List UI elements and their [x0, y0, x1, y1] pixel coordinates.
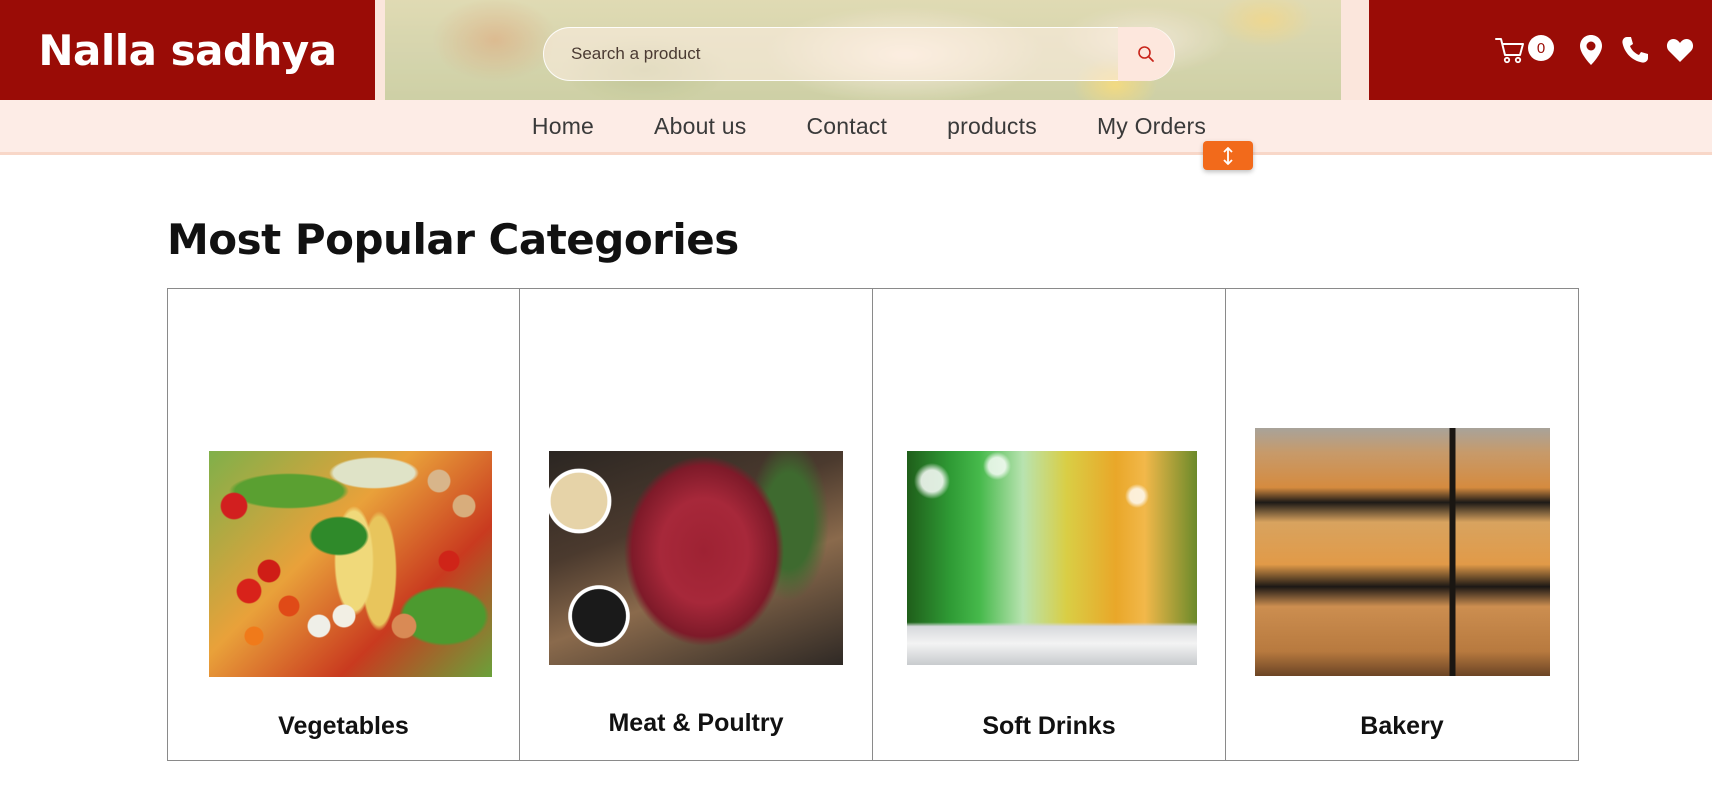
brand-logo[interactable]: Nalla sadhya: [0, 0, 375, 100]
category-label: Soft Drinks: [982, 712, 1116, 740]
category-card-vegetables[interactable]: Vegetables: [168, 289, 520, 760]
heart-icon: [1666, 39, 1694, 62]
location-pin-icon: [1580, 35, 1602, 65]
cart-button[interactable]: 0: [1494, 34, 1556, 66]
nav-item-my-orders[interactable]: My Orders: [1067, 113, 1236, 140]
cart-icon: [1495, 38, 1524, 64]
category-card-bakery[interactable]: Bakery: [1226, 289, 1578, 760]
wishlist-button[interactable]: [1666, 37, 1694, 63]
category-card-meat-poultry[interactable]: Meat & Poultry: [520, 289, 873, 760]
category-grid: Vegetables Meat & Poultry Soft Drinks Ba…: [167, 288, 1579, 761]
phone-icon: [1622, 37, 1648, 63]
nav-item-home[interactable]: Home: [502, 113, 624, 140]
header-actions: 0: [1369, 0, 1712, 100]
search-bar: [543, 27, 1175, 81]
nav-list: Home About us Contact products My Orders: [502, 113, 1236, 140]
scroll-handle-button[interactable]: [1203, 141, 1253, 170]
category-label: Bakery: [1360, 712, 1444, 740]
cart-count-badge: 0: [1528, 35, 1554, 61]
bakery-image: [1255, 428, 1550, 676]
location-button[interactable]: [1578, 34, 1604, 66]
phone-button[interactable]: [1620, 35, 1650, 65]
section-title: Most Popular Categories: [167, 215, 739, 264]
search-button[interactable]: [1118, 27, 1174, 81]
category-label: Meat & Poultry: [608, 709, 784, 737]
search-icon: [1138, 46, 1154, 62]
nav-item-products[interactable]: products: [917, 113, 1067, 140]
category-card-soft-drinks[interactable]: Soft Drinks: [873, 289, 1226, 760]
vegetables-image: [209, 451, 492, 677]
soft-drinks-image: [907, 451, 1197, 665]
nav-item-contact[interactable]: Contact: [776, 113, 917, 140]
search-input[interactable]: [544, 28, 1118, 80]
main-nav: Home About us Contact products My Orders: [0, 100, 1712, 155]
meat-image: [549, 451, 843, 665]
nav-item-about-us[interactable]: About us: [624, 113, 776, 140]
brand-name: Nalla sadhya: [38, 25, 337, 75]
vertical-arrows-icon: [1223, 146, 1233, 165]
category-label: Vegetables: [278, 712, 409, 740]
header-banner: [375, 0, 1369, 100]
